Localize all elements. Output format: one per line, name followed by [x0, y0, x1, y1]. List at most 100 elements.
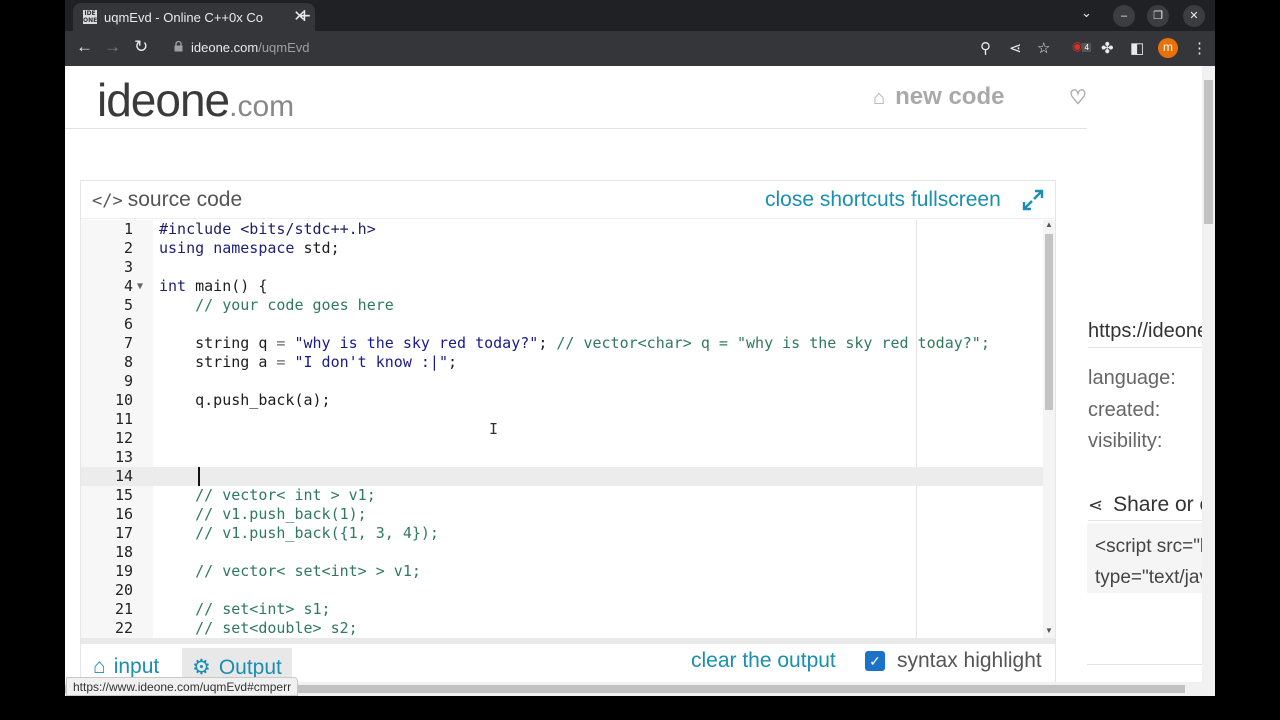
- tab-title: uqmEvd - Online C++0x Co: [104, 10, 263, 25]
- code-line[interactable]: 16 // v1.push_back(1);: [81, 505, 1043, 524]
- inbox-icon: ⌂: [93, 655, 106, 678]
- ideone-logo[interactable]: ideone.com: [97, 73, 294, 127]
- syntax-highlight-checkbox[interactable]: ✓: [865, 651, 885, 671]
- embed-code-box[interactable]: <script src="https://ideone.com/e.js/uqm…: [1087, 523, 1202, 593]
- restore-icon[interactable]: ❐: [1147, 5, 1169, 27]
- reload-icon[interactable]: ↻: [134, 37, 148, 57]
- zoom-icon[interactable]: ⚲: [980, 39, 991, 57]
- code-line[interactable]: 19 // vector< set<int> > v1;: [81, 562, 1043, 581]
- gears-icon: ⚙: [192, 656, 211, 679]
- visibility-label: visibility:: [1088, 430, 1163, 452]
- scroll-up-icon[interactable]: ▲: [1045, 220, 1053, 229]
- new-tab-icon[interactable]: +: [298, 3, 311, 29]
- browser-tab[interactable]: IDE ONE uqmEvd - Online C++0x Co ✕: [73, 3, 315, 31]
- site-header: ideone.com ⌂new code ♡samples: [65, 66, 1202, 129]
- source-code-panel: </> source code close shortcuts fullscree…: [80, 180, 1056, 696]
- code-text: // v1.push_back(1);: [195, 505, 367, 523]
- clear-output-link[interactable]: clear the output: [691, 649, 836, 673]
- code-line[interactable]: 3: [81, 258, 1043, 277]
- lightbulb-icon: ♡: [1069, 87, 1087, 109]
- code-line[interactable]: 1 #include <bits/stdc++.h>: [81, 220, 1043, 239]
- forward-icon[interactable]: →: [104, 37, 121, 57]
- line-number: 2: [123, 239, 133, 257]
- embed-line-1: <script src="https://ideone.com/e.js/uqm…: [1095, 536, 1202, 557]
- ublock-extension-icon[interactable]: ◉ 4: [1072, 39, 1091, 53]
- code-line[interactable]: 6: [81, 315, 1043, 334]
- sidebar-divider: [1088, 520, 1202, 521]
- code-line[interactable]: 20: [81, 581, 1043, 600]
- code-line[interactable]: 14: [81, 467, 1043, 486]
- code-line[interactable]: 10 q.push_back(a);: [81, 391, 1043, 410]
- source-code-title: </> source code: [92, 188, 242, 212]
- code-line[interactable]: 2 using namespace std;: [81, 239, 1043, 258]
- line-number: 20: [114, 581, 133, 599]
- share-heading: ⋖ Share or embed source code: [1088, 493, 1202, 517]
- browser-toolbar: ← → ↻ ideone.com/uqmEvd ⚲ ⋖ ☆ ◉ 4 ✤ ◧ m ⋮: [65, 31, 1215, 66]
- scroll-down-icon[interactable]: ▼: [1045, 626, 1053, 635]
- share-nodes-icon: ⋖: [1088, 495, 1104, 515]
- nav-new-code[interactable]: ⌂ new code: [873, 83, 1004, 111]
- code-line[interactable]: 18: [81, 543, 1043, 562]
- language-label: language:: [1088, 367, 1176, 389]
- profile-avatar[interactable]: m: [1158, 38, 1178, 58]
- url-host: ideone.com: [191, 40, 259, 55]
- extensions-puzzle-icon[interactable]: ✤: [1101, 39, 1114, 57]
- code-brackets-icon: </>: [92, 191, 123, 211]
- code-line[interactable]: 5 // your code goes here: [81, 296, 1043, 315]
- code-line[interactable]: 17 // v1.push_back({1, 3, 4});: [81, 524, 1043, 543]
- bookmark-star-icon[interactable]: ☆: [1037, 39, 1050, 57]
- side-panel-icon[interactable]: ◧: [1130, 39, 1144, 57]
- code-text: // set<double> s2;: [195, 619, 358, 637]
- embed-line-2: type="text/javascript": [1095, 567, 1202, 588]
- line-number: 19: [114, 562, 133, 580]
- tab-search-icon[interactable]: ⌄: [1081, 5, 1092, 21]
- code-editor[interactable]: 1 #include <bits/stdc++.h> 2 using namespac…: [81, 220, 1055, 638]
- code-line[interactable]: 8 string a = "I don't know :|";: [81, 353, 1043, 372]
- page-scrollbar[interactable]: [1202, 66, 1215, 696]
- line-number: 11: [114, 410, 133, 428]
- tab-input-label: input: [113, 655, 160, 678]
- share-heading-label: Share or embed source code: [1113, 493, 1202, 516]
- share-icon[interactable]: ⋖: [1009, 39, 1022, 57]
- fullscreen-expand-icon[interactable]: [1022, 189, 1044, 211]
- line-number: 17: [114, 524, 133, 542]
- fold-arrow-icon[interactable]: ▼: [137, 277, 143, 296]
- address-bar[interactable]: ideone.com/uqmEvd: [191, 40, 310, 55]
- line-number: 4: [123, 277, 133, 295]
- code-line[interactable]: 15 // vector< int > v1;: [81, 486, 1043, 505]
- editor-scroll-thumb[interactable]: [1045, 234, 1053, 410]
- lock-icon[interactable]: [174, 41, 183, 52]
- menu-kebab-icon[interactable]: ⋮: [1192, 39, 1207, 57]
- code-text: int main() {: [159, 277, 268, 295]
- logo-main: ideone: [97, 74, 230, 126]
- line-number: 10: [114, 391, 133, 409]
- close-window-icon[interactable]: ✕: [1183, 5, 1205, 27]
- mouse-ibeam-cursor-icon: I: [489, 420, 499, 438]
- sidebar-divider: [1088, 347, 1202, 348]
- nav-new-code-label: new code: [895, 83, 1005, 110]
- close-shortcuts-fullscreen-link[interactable]: close shortcuts fullscreen: [765, 188, 1001, 212]
- home-icon: ⌂: [873, 87, 886, 109]
- code-line[interactable]: 12: [81, 429, 1043, 448]
- ideone-favicon-icon: IDE ONE: [83, 10, 98, 24]
- code-line[interactable]: 13: [81, 448, 1043, 467]
- minimize-icon[interactable]: –: [1113, 5, 1135, 27]
- code-line[interactable]: 11: [81, 410, 1043, 429]
- code-line[interactable]: 21 // set<int> s1;: [81, 600, 1043, 619]
- code-line[interactable]: 7 string q = "why is the sky red today?"…: [81, 334, 1043, 353]
- panel-header: </> source code close shortcuts fullscree…: [81, 181, 1055, 219]
- syntax-highlight-label: syntax highlight: [897, 649, 1042, 672]
- editor-scrollbar[interactable]: ▲ ▼: [1043, 220, 1055, 638]
- line-number: 14: [114, 467, 133, 485]
- share-url[interactable]: https://ideone.com/uqmEvd: [1088, 320, 1202, 343]
- code-line[interactable]: 4 ▼ int main() {: [81, 277, 1043, 296]
- code-line[interactable]: 22 // set<double> s2;: [81, 619, 1043, 638]
- code-text: // set<int> s1;: [195, 600, 331, 618]
- page-scroll-thumb[interactable]: [1204, 80, 1213, 224]
- tab-output-label: Output: [218, 656, 282, 679]
- code-line[interactable]: 9: [81, 372, 1043, 391]
- line-number: 7: [123, 334, 133, 352]
- line-number: 15: [114, 486, 133, 504]
- browser-window: IDE ONE uqmEvd - Online C++0x Co ✕ + ⌄ – …: [65, 0, 1215, 696]
- back-icon[interactable]: ←: [76, 37, 93, 57]
